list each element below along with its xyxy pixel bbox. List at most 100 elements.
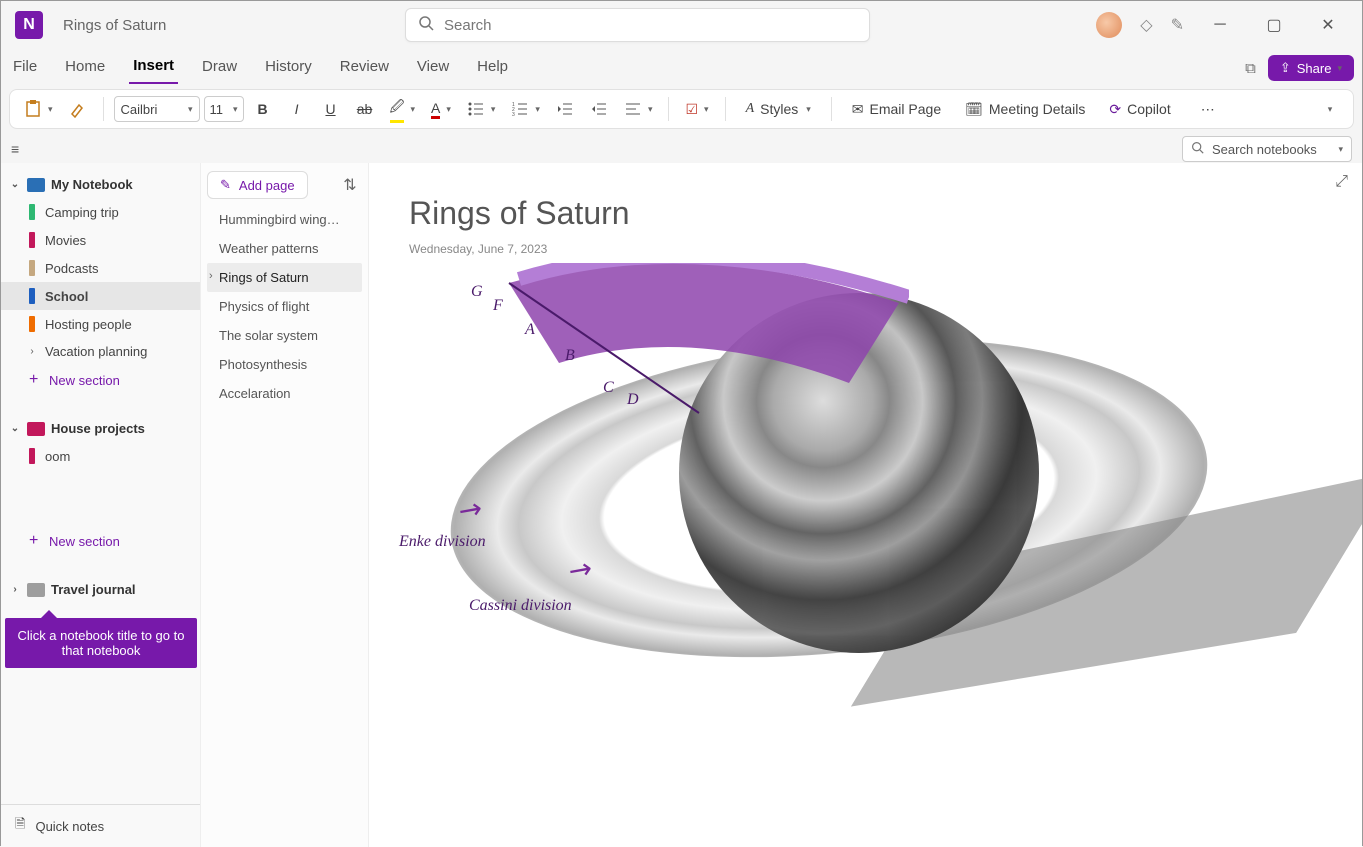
notebook-my-notebook[interactable]: ⌄ My Notebook [1, 171, 200, 198]
italic-button[interactable]: I [282, 94, 312, 124]
ribbon-toolbar: Cailbri▾ 11▾ B I U ab 🖉 A 123 ☑ AStyles … [9, 89, 1354, 129]
svg-text:3: 3 [512, 112, 515, 118]
minimize-button[interactable]: ─ [1202, 7, 1238, 43]
search-icon [418, 15, 434, 35]
new-section-button-2[interactable]: + New section [1, 526, 200, 556]
section-school[interactable]: School [1, 282, 200, 310]
add-page-button[interactable]: ✎ Add page [207, 171, 308, 199]
envelope-icon: ✉ [852, 101, 864, 118]
email-page-button[interactable]: ✉ Email Page [842, 94, 951, 124]
section-color [29, 448, 35, 464]
section-color [29, 316, 35, 332]
section-vacation-planning[interactable]: ›Vacation planning [1, 338, 200, 365]
menu-history[interactable]: History [261, 54, 316, 83]
numbering-button[interactable]: 123 [505, 94, 546, 124]
section-movies[interactable]: Movies [1, 226, 200, 254]
styles-button[interactable]: AStyles [736, 94, 821, 124]
paste-button[interactable] [18, 94, 59, 124]
new-section-label: New section [49, 534, 120, 549]
titlebar: Rings of Saturn Search ◇ ✎ ─ ▢ ✕ [1, 1, 1362, 49]
page-item[interactable]: Accelaration [207, 379, 362, 408]
section-hosting-people[interactable]: Hosting people [1, 310, 200, 338]
copilot-button[interactable]: ⟳ Copilot [1099, 94, 1180, 124]
section-podcasts[interactable]: Podcasts [1, 254, 200, 282]
page-item[interactable]: Photosynthesis [207, 350, 362, 379]
user-avatar[interactable] [1096, 12, 1122, 38]
chevron-down-icon: ▾ [1337, 63, 1342, 74]
chevron-down-icon: ⌄ [9, 179, 21, 190]
highlight-button[interactable]: 🖉 [384, 94, 421, 124]
menu-view[interactable]: View [413, 54, 453, 83]
new-section-label: New section [49, 373, 120, 388]
nav-toggle-button[interactable]: ≡ [11, 141, 19, 157]
menu-file[interactable]: File [9, 54, 41, 83]
notebook-icon [27, 178, 45, 192]
font-name-select[interactable]: Cailbri▾ [114, 96, 200, 122]
maximize-button[interactable]: ▢ [1256, 7, 1292, 43]
underline-button[interactable]: U [316, 94, 346, 124]
section-label: Camping trip [45, 205, 119, 220]
outdent-button[interactable] [550, 94, 580, 124]
section-label: Movies [45, 233, 86, 248]
note-canvas[interactable]: ⤢ Rings of Saturn Wednesday, June 7, 202… [369, 163, 1362, 847]
section-label: School [45, 289, 88, 304]
page-item[interactable]: Physics of flight [207, 292, 362, 321]
email-label: Email Page [870, 101, 942, 117]
open-in-window-icon[interactable]: ⧉ [1245, 60, 1256, 77]
menu-help[interactable]: Help [473, 54, 512, 83]
menu-draw[interactable]: Draw [198, 54, 241, 83]
page-list: ✎ Add page ⇅ Hummingbird wing… Weather p… [201, 163, 369, 847]
notebook-house-projects[interactable]: ⌄ House projects [1, 415, 200, 442]
plus-icon: + [29, 532, 41, 550]
calendar-icon: 🗓 [965, 101, 983, 118]
notebook-travel-journal[interactable]: › Travel journal [1, 576, 200, 603]
sort-pages-button[interactable]: ⇅ [338, 173, 362, 197]
menu-home[interactable]: Home [61, 54, 109, 83]
copilot-icon: ⟳ [1109, 101, 1121, 118]
fullscreen-button[interactable]: ⤢ [1335, 173, 1348, 191]
new-section-button[interactable]: +New section [1, 365, 200, 395]
copilot-label: Copilot [1127, 101, 1171, 117]
meeting-label: Meeting Details [989, 101, 1086, 117]
ribbon-expand-button[interactable]: ▾ [1315, 94, 1345, 124]
bullets-button[interactable] [461, 94, 502, 124]
indent-button[interactable] [584, 94, 614, 124]
page-item[interactable]: Weather patterns [207, 234, 362, 263]
share-label: Share [1297, 61, 1332, 76]
page-item-selected[interactable]: Rings of Saturn [207, 263, 362, 292]
diamond-icon[interactable]: ◇ [1140, 15, 1152, 35]
more-button[interactable]: ⋯ [1193, 94, 1223, 124]
section-room[interactable]: oom [1, 442, 200, 470]
tags-button[interactable]: ☑ [679, 94, 714, 124]
align-button[interactable] [618, 94, 659, 124]
page-title[interactable]: Rings of Saturn [409, 195, 1322, 232]
ring-label-a: A [525, 321, 535, 339]
menu-insert[interactable]: Insert [129, 53, 178, 84]
page-item[interactable]: The solar system [207, 321, 362, 350]
section-color [29, 204, 35, 220]
search-notebooks-input[interactable]: Search notebooks ▾ [1182, 136, 1352, 162]
quick-notes-button[interactable]: 🗎 Quick notes [1, 804, 200, 847]
quick-notes-label: Quick notes [35, 819, 104, 834]
notebook-label: My Notebook [51, 177, 133, 192]
close-button[interactable]: ✕ [1310, 7, 1346, 43]
bold-button[interactable]: B [248, 94, 278, 124]
menu-review[interactable]: Review [336, 54, 393, 83]
share-icon: ⇪ [1280, 60, 1291, 76]
search-box[interactable]: Search [405, 8, 870, 42]
notebook-icon [27, 422, 45, 436]
section-camping-trip[interactable]: Camping trip [1, 198, 200, 226]
strikethrough-button[interactable]: ab [350, 94, 380, 124]
share-button[interactable]: ⇪ Share ▾ [1268, 55, 1354, 81]
add-page-label: Add page [239, 178, 295, 193]
meeting-details-button[interactable]: 🗓 Meeting Details [955, 94, 1095, 124]
font-color-button[interactable]: A [425, 94, 457, 124]
page-item[interactable]: Hummingbird wing… [207, 205, 362, 234]
notebook-label: House projects [51, 421, 145, 436]
coach-tooltip: Click a notebook title to go to that not… [5, 618, 197, 668]
styles-label: Styles [760, 101, 798, 117]
format-painter-button[interactable] [63, 94, 93, 124]
pen-icon[interactable]: ✎ [1171, 15, 1184, 35]
notebook-label: Travel journal [51, 582, 136, 597]
font-size-select[interactable]: 11▾ [204, 96, 244, 122]
